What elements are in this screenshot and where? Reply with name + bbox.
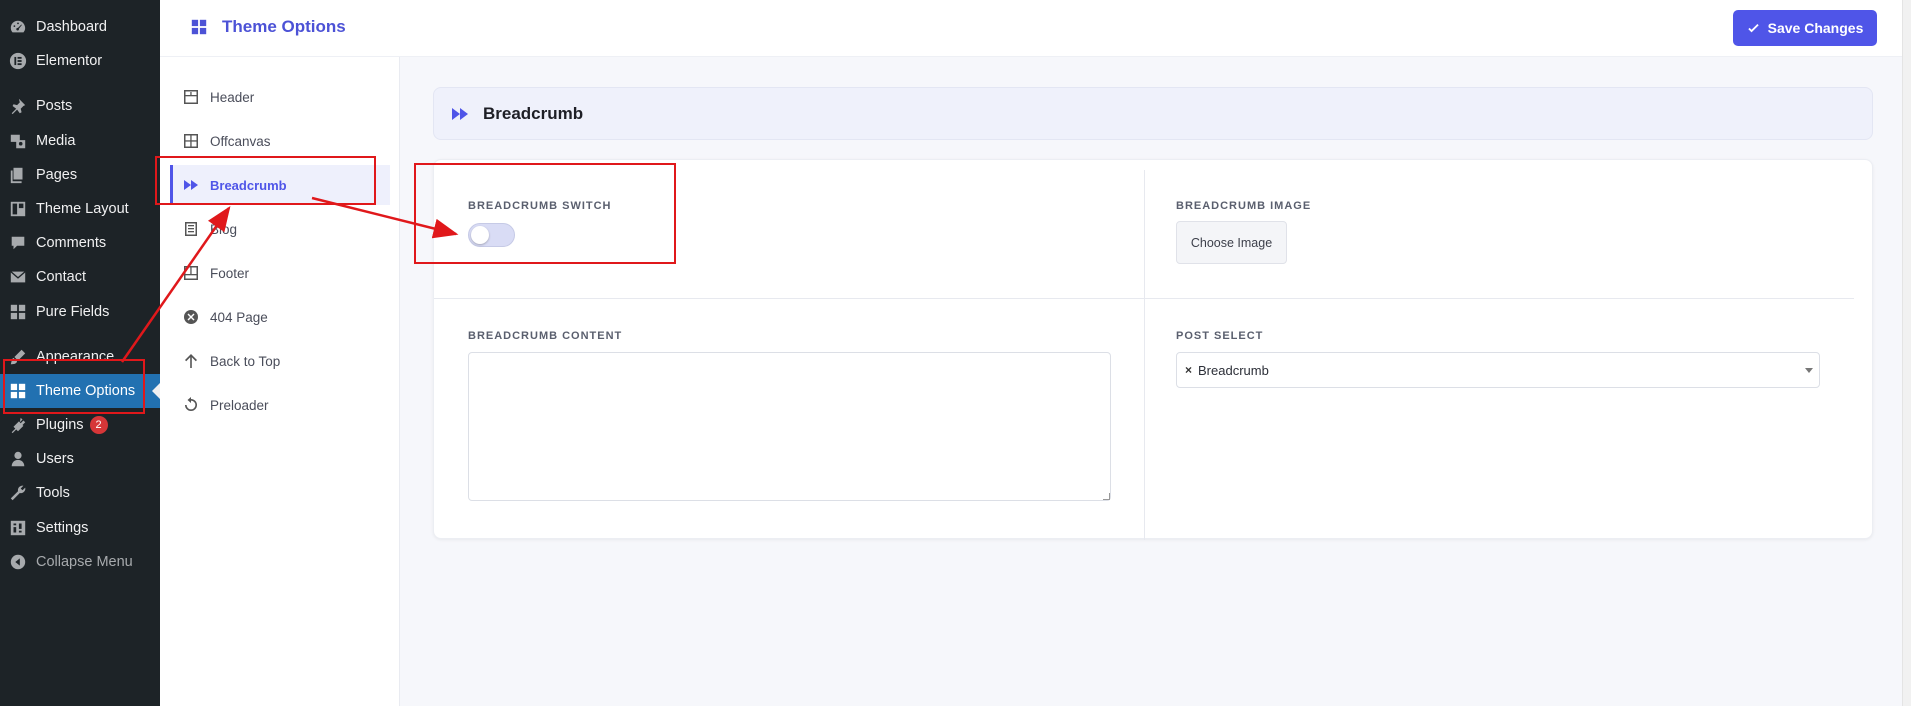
options-nav-404-page[interactable]: 404 Page [170,297,390,337]
error-circle-icon [183,309,199,325]
media-icon [9,132,27,150]
menu-label-media: Media [36,133,76,149]
textarea-resize-handle[interactable] [1103,493,1110,500]
annotation-box-breadcrumb-switch [414,163,676,264]
menu-item-theme-layout[interactable]: Theme Layout [0,192,160,226]
page-title: Theme Options [190,17,346,37]
options-nav: Header Offcanvas Breadcrumb Blog Footer … [160,57,400,706]
menu-label-pages: Pages [36,167,78,183]
menu-item-posts[interactable]: Posts [0,89,160,123]
blog-list-icon [183,221,199,237]
menu-label-comments: Comments [36,235,107,251]
menu-item-pages[interactable]: Pages [0,158,160,192]
plugins-update-badge: 2 [89,416,108,434]
arrow-up-icon [183,353,199,369]
grid-icon [9,303,27,321]
comment-icon [9,234,27,252]
menu-item-media[interactable]: Media [0,124,160,158]
options-nav-footer[interactable]: Footer [170,253,390,293]
page-scrollbar[interactable] [1902,0,1911,706]
settings-icon [9,519,27,537]
collapse-menu-button[interactable]: Collapse Menu [0,545,160,579]
options-nav-label: Offcanvas [210,133,271,149]
menu-item-settings[interactable]: Settings [0,511,160,545]
selected-post-tag: Breadcrumb [1198,362,1269,378]
options-nav-label: Blog [210,221,238,237]
elementor-icon [9,52,27,70]
options-nav-label: Back to Top [210,353,281,369]
menu-item-users[interactable]: Users [0,442,160,476]
options-nav-label: Preloader [210,397,269,413]
row-divider [434,298,1854,299]
post-select-label: POST SELECT [1176,330,1264,342]
menu-label-users: Users [36,451,74,467]
menu-label-contact: Contact [36,269,86,285]
fast-forward-icon [451,105,469,123]
save-changes-label: Save Changes [1767,20,1864,36]
mail-icon [9,268,27,286]
menu-label-plugins: Plugins [36,417,84,433]
grid-icon [190,18,208,36]
header-layout-icon [183,89,199,105]
menu-item-comments[interactable]: Comments [0,226,160,260]
section-header: Breadcrumb [433,87,1873,140]
offcanvas-layout-icon [183,133,199,149]
menu-item-tools[interactable]: Tools [0,476,160,510]
check-icon [1747,22,1760,35]
section-title: Breadcrumb [483,103,584,123]
breadcrumb-content-textarea[interactable] [468,352,1111,501]
collapse-icon [9,553,27,571]
annotation-box-theme-options [3,359,145,414]
options-nav-back-to-top[interactable]: Back to Top [170,341,390,381]
menu-item-elementor[interactable]: Elementor [0,44,160,78]
menu-label-settings: Settings [36,520,89,536]
menu-item-pure-fields[interactable]: Pure Fields [0,295,160,329]
pin-icon [9,97,27,115]
options-nav-label: Footer [210,265,250,281]
options-nav-header[interactable]: Header [170,77,390,117]
page-title-text: Theme Options [222,17,346,36]
remove-tag-icon[interactable]: × [1185,363,1192,377]
menu-item-contact[interactable]: Contact [0,260,160,294]
menu-label-dashboard: Dashboard [36,19,107,35]
choose-image-button[interactable]: Choose Image [1176,221,1287,264]
menu-label-tools: Tools [36,485,70,501]
post-select-dropdown[interactable]: × Breadcrumb [1176,352,1820,388]
menu-item-dashboard[interactable]: Dashboard [0,10,160,44]
pages-icon [9,166,27,184]
column-divider [1144,170,1145,540]
options-nav-blog[interactable]: Blog [170,209,390,249]
breadcrumb-image-label: BREADCRUMB IMAGE [1176,200,1312,212]
breadcrumb-content-label: BREADCRUMB CONTENT [468,330,623,342]
dashboard-icon [9,18,27,36]
options-nav-label: 404 Page [210,309,268,325]
theme-options-topbar: Theme Options Save Changes [160,0,1911,57]
footer-layout-icon [183,265,199,281]
chevron-down-icon [1805,368,1813,373]
save-changes-button[interactable]: Save Changes [1733,10,1877,46]
menu-label-theme-layout: Theme Layout [36,201,129,217]
menu-label-posts: Posts [36,98,73,114]
reload-icon [183,397,199,413]
plugin-icon [9,416,27,434]
wrench-icon [9,484,27,502]
menu-label-pure-fields: Pure Fields [36,304,110,320]
wp-admin-sidebar: Dashboard Elementor Posts Media Pages Th… [0,0,160,706]
options-nav-preloader[interactable]: Preloader [170,385,390,425]
user-icon [9,450,27,468]
annotation-box-breadcrumb-nav [155,156,376,205]
options-nav-label: Header [210,89,255,105]
layout-icon [9,200,27,218]
menu-label-elementor: Elementor [36,53,103,69]
menu-label-collapse: Collapse Menu [36,554,133,570]
options-nav-offcanvas[interactable]: Offcanvas [170,121,390,161]
